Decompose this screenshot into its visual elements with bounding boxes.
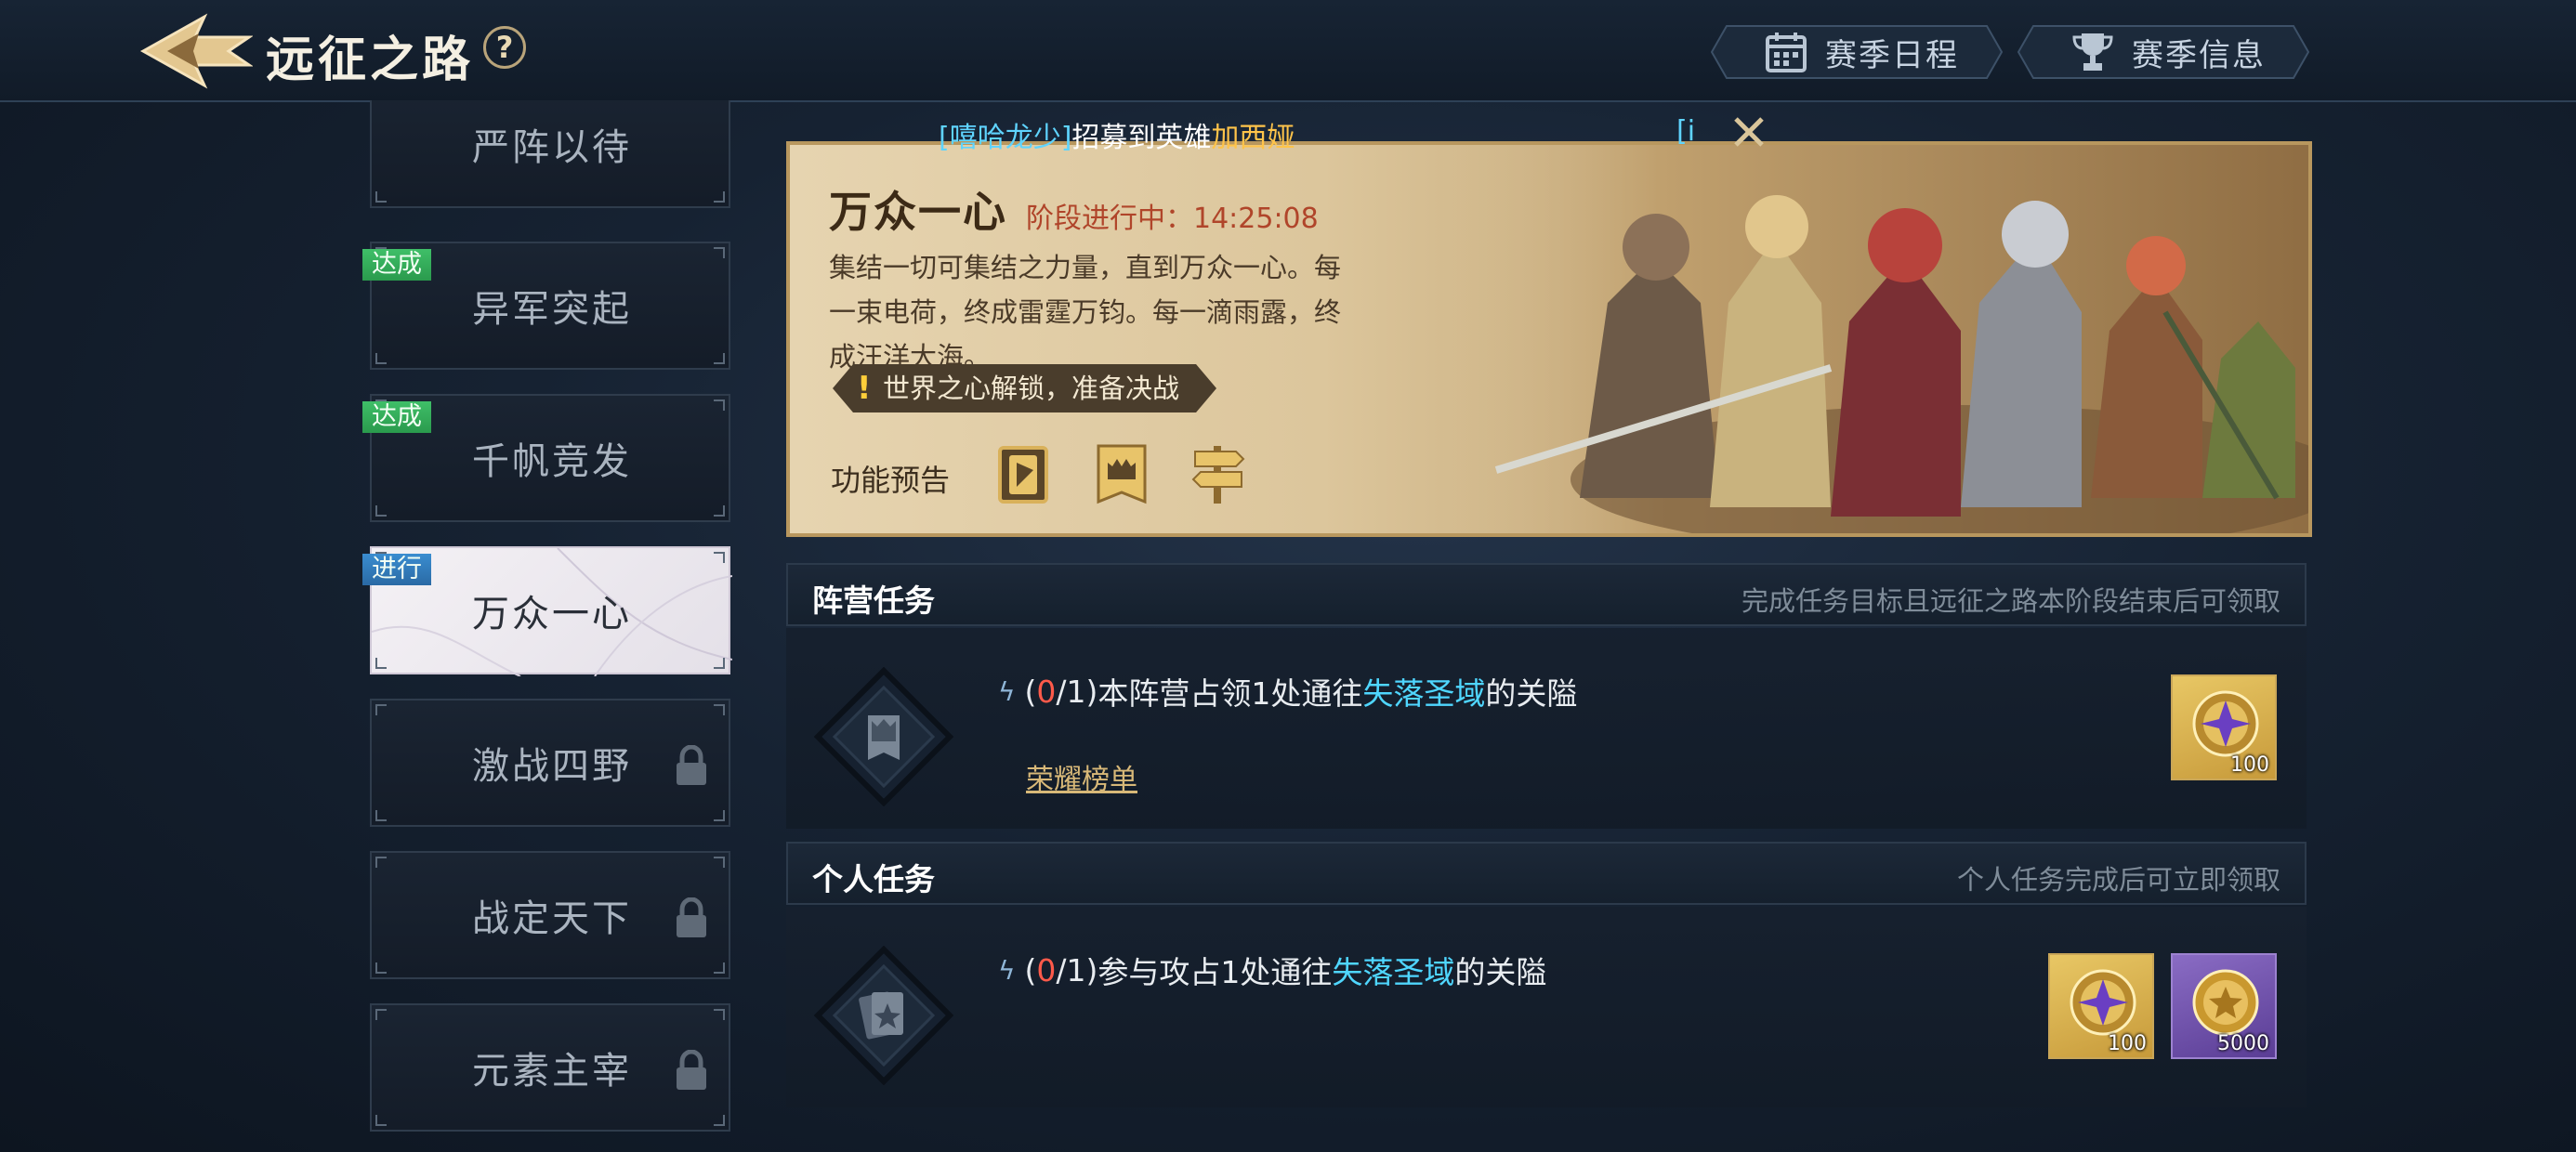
unlock-text: 世界之心解锁，准备决战 [883,373,1180,404]
reward-quantity: 5000 [2217,1032,2269,1055]
task-text-suffix: 的关隘 [1485,675,1578,712]
recruit-notification: [嘻哈龙少] 招募到英雄 加西娅 [939,111,1775,158]
lightning-icon: ϟ [998,675,1016,707]
progress-total: /1) [1056,673,1098,710]
feature-preview-label: 功能预告 [831,463,951,498]
back-arrow-icon[interactable] [139,9,253,93]
reward-gold-medal[interactable]: 100 [2048,953,2154,1059]
section-title: 个人任务 [812,861,935,897]
top-bar: 远征之路 ? 赛季日程 赛季信息 [0,0,2576,102]
cards-emblem-icon [814,946,953,1085]
camp-emblem-icon [814,667,953,806]
heroes-artwork [1440,145,2308,533]
task-location[interactable]: 失落圣域 [1332,948,1454,992]
phase-countdown: 阶段进行中：14:25:08 [1026,203,1319,235]
banner-title: 万众一心 [829,187,1007,237]
task-location[interactable]: 失落圣域 [1362,669,1485,713]
notice-more-link[interactable]: [i [1676,115,1695,148]
status-badge-done: 达成 [362,249,431,281]
notice-hero-name[interactable]: 加西娅 [1211,114,1295,155]
card-deck-icon[interactable] [996,442,1054,505]
close-icon[interactable] [1728,111,1769,152]
lock-icon [677,897,706,937]
notice-message: 招募到英雄 [1071,122,1212,154]
personal-tasks-header: 个人任务 个人任务完成后可立即领取 [786,842,2307,905]
gold-coin-icon [2192,969,2259,1036]
signpost-icon[interactable] [1189,442,1247,505]
reward-gold-medal[interactable]: 100 [2171,674,2277,780]
trophy-icon [2072,33,2113,71]
star-medal-icon [2070,969,2136,1036]
notice-player-name[interactable]: [嘻哈龙少] [939,114,1071,155]
star-medal-icon [2192,690,2259,757]
progress-total: /1) [1056,951,1098,988]
task-text-prefix: 参与攻占1处通往 [1097,954,1333,990]
progress-open: ( [1024,673,1037,710]
honor-leaderboard-link[interactable]: 荣耀榜单 [1026,756,1137,797]
exclamation-icon: ! [857,370,872,407]
lock-icon [677,745,706,785]
lightning-icon: ϟ [998,954,1016,986]
help-icon[interactable]: ? [483,26,526,69]
personal-task-row: ϟ ( 0 /1) 参与攻占1处通往 失落圣域 的关隘 100 5000 [786,907,2307,1107]
stage-item-jizhan[interactable]: 激战四野 [370,699,730,827]
castle-banner-icon[interactable] [1093,442,1150,505]
camp-task-description: ϟ ( 0 /1) 本阵营占领1处通往 失落圣域 的关隘 [998,669,1577,713]
progress-current: 0 [1036,951,1057,988]
camp-task-row: ϟ ( 0 /1) 本阵营占领1处通往 失落圣域 的关隘 荣耀榜单 100 [786,628,2307,829]
camp-tasks-header: 阵营任务 完成任务目标且远征之路本阶段结束后可领取 [786,563,2307,626]
section-title: 阵营任务 [812,583,935,619]
personal-task-description: ϟ ( 0 /1) 参与攻占1处通往 失落圣域 的关隘 [998,948,1546,992]
calendar-icon [1766,33,1807,72]
progress-current: 0 [1036,673,1057,710]
reward-quantity: 100 [2230,753,2269,777]
section-hint: 个人任务完成后可立即领取 [1956,864,2280,896]
progress-open: ( [1024,951,1037,988]
season-schedule-label: 赛季日程 [1825,36,1959,74]
season-schedule-button[interactable]: 赛季日程 [1710,24,2004,80]
stage-name: 严阵以待 [472,126,632,169]
page-title: 远征之路 [266,33,475,88]
banner-description: 集结一切可集结之力量，直到万众一心。每一束电荷，终成雷霆万钧。每一滴雨露，终成汪… [829,252,1342,373]
season-info-button[interactable]: 赛季信息 [2017,24,2310,80]
stage-item-yanzhen[interactable]: 严阵以待 [370,100,730,208]
unlock-notice: ! 世界之心解锁，准备决战 [833,364,1216,412]
reward-quantity: 100 [2108,1032,2147,1055]
status-badge-in-progress: 进行 [362,554,431,585]
stage-sidebar: 严阵以待 异军突起 达成 千帆竞发 达成 万众一心 进行 激战四野 战定天下 元… [362,100,743,1152]
status-badge-done: 达成 [362,401,431,433]
task-text-suffix: 的关隘 [1454,954,1547,990]
reward-gold-coin[interactable]: 5000 [2171,953,2277,1059]
stage-item-yuansu[interactable]: 元素主宰 [370,1003,730,1132]
lock-icon [677,1050,706,1090]
task-text-prefix: 本阵营占领1处通往 [1097,675,1363,712]
section-hint: 完成任务目标且远征之路本阶段结束后可领取 [1741,585,2280,617]
season-info-label: 赛季信息 [2132,36,2266,74]
stage-item-zhanding[interactable]: 战定天下 [370,851,730,979]
stage-banner: 万众一心 阶段进行中：14:25:08 集结一切可集结之力量，直到万众一心。每一… [786,141,2312,537]
